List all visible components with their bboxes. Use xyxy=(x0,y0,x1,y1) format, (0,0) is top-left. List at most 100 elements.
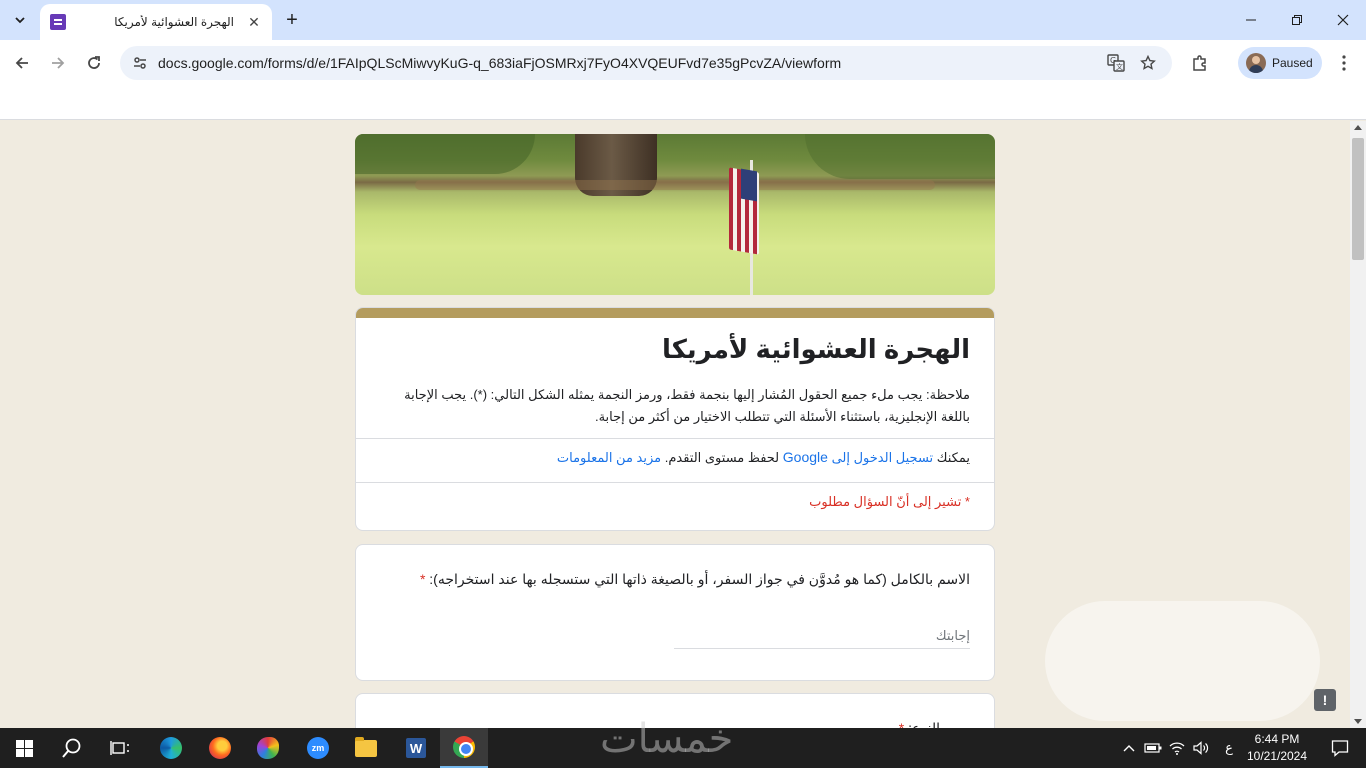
restore-button[interactable] xyxy=(1274,0,1320,40)
signin-link[interactable]: تسجيل الدخول إلى xyxy=(832,450,934,465)
full-name-input[interactable] xyxy=(674,623,970,649)
notification-center-button[interactable] xyxy=(1320,728,1360,768)
flag-canton xyxy=(741,168,757,202)
back-button[interactable] xyxy=(8,49,36,77)
more-info-link[interactable]: مزيد من المعلومات xyxy=(557,450,661,465)
profile-button[interactable]: Paused xyxy=(1238,47,1322,79)
taskbar-paint[interactable] xyxy=(244,728,292,768)
required-star: * xyxy=(898,720,905,728)
task-view-button[interactable] xyxy=(96,728,144,768)
page-scrollbar[interactable] xyxy=(1350,121,1366,728)
svg-text:文: 文 xyxy=(1116,62,1123,71)
divider xyxy=(356,482,994,483)
browser-menu-button[interactable] xyxy=(1332,49,1356,77)
minimize-button[interactable] xyxy=(1228,0,1274,40)
feedback-icon: ! xyxy=(1322,692,1328,708)
close-icon xyxy=(1337,14,1349,26)
question-label: النوع: * xyxy=(899,720,940,728)
task-view-icon xyxy=(110,741,129,755)
banner-ground-strip xyxy=(415,180,935,190)
wifi-icon xyxy=(1169,742,1185,755)
taskbar-edge[interactable] xyxy=(147,728,195,768)
report-feedback-button[interactable]: ! xyxy=(1314,689,1336,711)
chrome-icon xyxy=(453,736,475,758)
required-star: * xyxy=(419,571,426,587)
taskbar-clock[interactable]: 6:44 PM 10/21/2024 xyxy=(1242,731,1312,765)
arrow-right-icon xyxy=(52,57,65,69)
tab-search-button[interactable] xyxy=(8,8,32,32)
kebab-menu-icon xyxy=(1342,55,1346,71)
show-hidden-icons-button[interactable] xyxy=(1118,728,1140,768)
search-icon xyxy=(62,738,81,758)
start-button[interactable] xyxy=(0,728,48,768)
chevron-up-icon xyxy=(1123,745,1135,752)
firefox-icon xyxy=(209,737,231,759)
signin-suffix: لحفظ مستوى التقدم. xyxy=(664,450,780,465)
speaker-icon xyxy=(1193,741,1209,755)
taskbar-word[interactable]: W xyxy=(392,728,440,768)
active-tab[interactable]: الهجرة العشوائية لأمريكا ✕ xyxy=(40,4,272,40)
notification-icon xyxy=(1331,740,1349,757)
taskbar-zoom[interactable]: zm xyxy=(294,728,342,768)
word-icon: W xyxy=(406,738,426,758)
form-title: الهجرة العشوائية لأمريكا xyxy=(662,334,970,364)
scroll-down-arrow-icon[interactable] xyxy=(1354,719,1362,724)
bookmark-button[interactable] xyxy=(1132,47,1164,79)
header-banner-image xyxy=(355,134,995,295)
reload-button[interactable] xyxy=(80,49,108,77)
taskbar-firefox[interactable] xyxy=(196,728,244,768)
url-text[interactable]: docs.google.com/forms/d/e/1FAIpQLScMiwvy… xyxy=(158,55,1100,71)
extensions-button[interactable] xyxy=(1186,49,1214,77)
tab-title: الهجرة العشوائية لأمريكا xyxy=(114,15,234,29)
scroll-thumb[interactable] xyxy=(1352,138,1364,260)
clock-time: 6:44 PM xyxy=(1254,732,1300,746)
avatar xyxy=(1246,53,1266,73)
windows-logo-icon xyxy=(15,739,33,757)
minimize-icon xyxy=(1246,19,1256,21)
puzzle-icon xyxy=(1193,55,1206,71)
tune-icon xyxy=(134,57,146,69)
taskbar-search-button[interactable] xyxy=(48,728,96,768)
page-viewport: الهجرة العشوائية لأمريكا ملاحظة: يجب ملء… xyxy=(0,121,1350,728)
browser-toolbar: docs.google.com/forms/d/e/1FAIpQLScMiwvy… xyxy=(0,40,1366,86)
chevron-down-icon xyxy=(15,17,25,24)
banner-foliage-right xyxy=(805,134,995,179)
question-text: النوع: xyxy=(908,720,940,728)
signin-google-link[interactable]: Google xyxy=(783,449,828,465)
battery-button[interactable] xyxy=(1142,728,1164,768)
tab-strip: الهجرة العشوائية لأمريكا ✕ + xyxy=(0,0,1366,40)
taskbar-file-explorer[interactable] xyxy=(342,728,390,768)
forward-button[interactable] xyxy=(44,49,72,77)
close-tab-icon[interactable]: ✕ xyxy=(246,14,262,30)
form-accent-bar xyxy=(356,308,994,318)
form-header-card: الهجرة العشوائية لأمريكا ملاحظة: يجب ملء… xyxy=(355,307,995,531)
translate-icon: G文 xyxy=(1107,54,1125,72)
address-bar[interactable]: docs.google.com/forms/d/e/1FAIpQLScMiwvy… xyxy=(120,46,1172,80)
zoom-icon: zm xyxy=(307,737,329,759)
star-icon xyxy=(1140,55,1156,70)
close-window-button[interactable] xyxy=(1320,0,1366,40)
clock-date: 10/21/2024 xyxy=(1246,749,1308,763)
bookmarks-bar xyxy=(0,86,1366,120)
arrow-left-icon xyxy=(15,57,28,69)
question-text: الاسم بالكامل (كما هو مُدوَّن في جواز ال… xyxy=(429,571,970,587)
volume-button[interactable] xyxy=(1190,728,1212,768)
watermark-overlay xyxy=(1045,601,1320,721)
watermark-text: خمسات xyxy=(600,716,734,762)
translate-button[interactable]: G文 xyxy=(1100,47,1132,79)
question-label: الاسم بالكامل (كما هو مُدوَّن في جواز ال… xyxy=(420,571,970,588)
site-info-button[interactable] xyxy=(122,55,158,71)
google-forms-icon xyxy=(50,14,66,30)
form-description: ملاحظة: يجب ملء جميع الحقول المُشار إليه… xyxy=(404,387,970,424)
divider xyxy=(356,438,994,439)
scroll-up-arrow-icon[interactable] xyxy=(1354,125,1362,130)
signin-notice: يمكنك تسجيل الدخول إلى Google لحفظ مستوى… xyxy=(557,449,970,466)
restore-icon xyxy=(1292,15,1302,25)
input-language-indicator[interactable]: ع xyxy=(1218,728,1240,768)
network-button[interactable] xyxy=(1166,728,1188,768)
profile-status: Paused xyxy=(1272,56,1313,70)
required-note: * تشير إلى أنّ السؤال مطلوب xyxy=(809,494,970,509)
new-tab-button[interactable]: + xyxy=(280,8,304,32)
taskbar-chrome[interactable] xyxy=(440,728,488,768)
file-explorer-icon xyxy=(355,736,377,757)
